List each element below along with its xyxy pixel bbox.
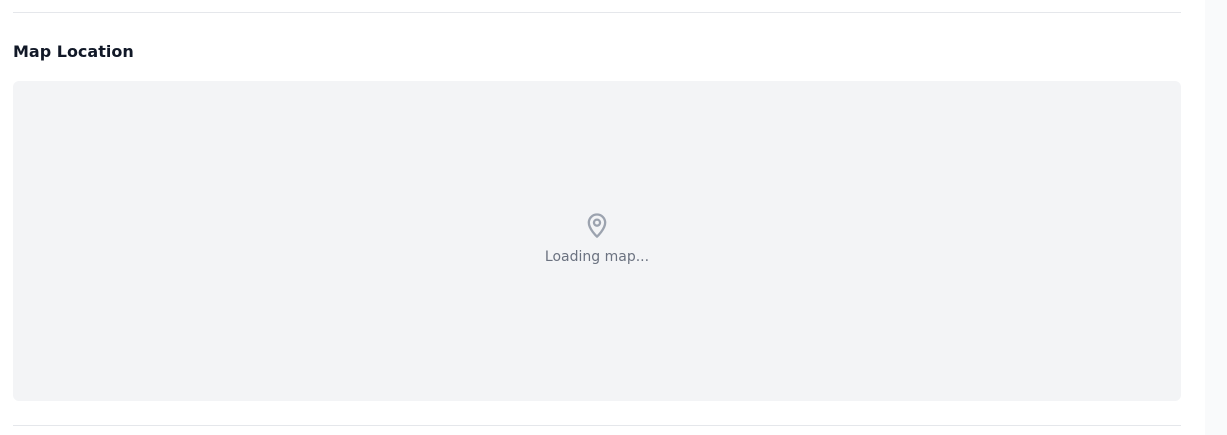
section-title: Map Location xyxy=(13,42,134,61)
section-divider-top xyxy=(13,12,1181,13)
map-pin-icon xyxy=(587,213,607,238)
map-container[interactable]: Loading map... xyxy=(13,81,1181,401)
page: Map Location Loading map... xyxy=(0,0,1227,435)
section-divider-bottom xyxy=(13,425,1181,426)
page-right-gutter xyxy=(1205,0,1227,435)
map-loading-indicator: Loading map... xyxy=(13,209,1181,267)
map-location-section: Map Location Loading map... xyxy=(13,0,1181,435)
loading-map-text: Loading map... xyxy=(544,249,650,265)
